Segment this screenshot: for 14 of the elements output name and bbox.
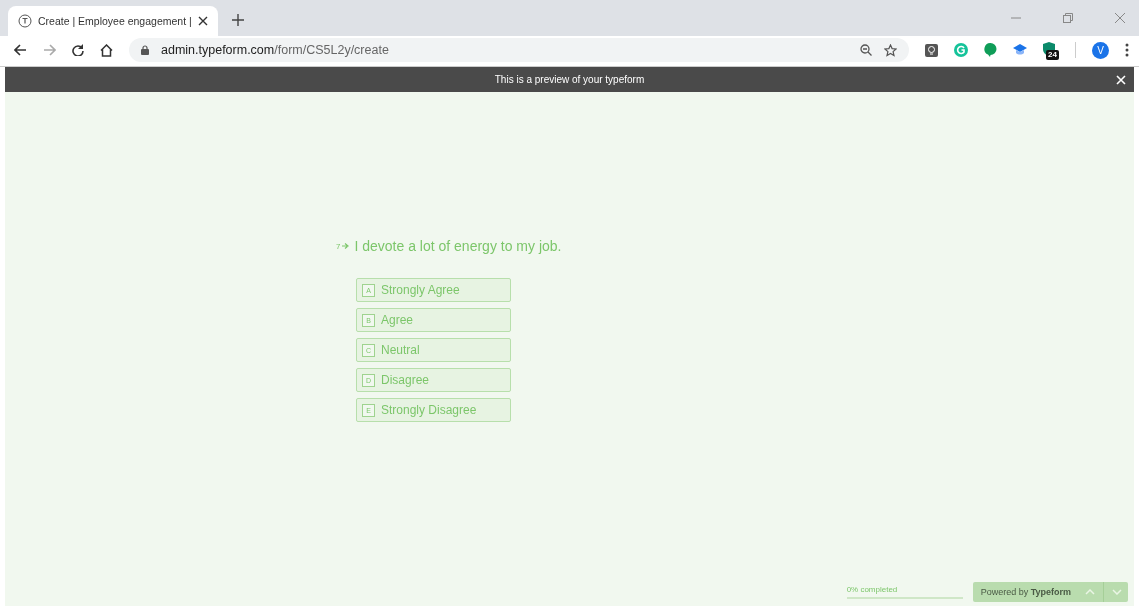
count-badge: 24 (1046, 50, 1059, 60)
question-number: 7 (336, 241, 341, 251)
browser-tab[interactable]: Create | Employee engagement | (8, 6, 218, 36)
option-label: Disagree (381, 373, 430, 387)
option-label: Agree (381, 313, 414, 327)
address-bar[interactable]: admin.typeform.com/form/CS5L2y/create (129, 38, 909, 62)
banner-text: This is a preview of your typeform (494, 74, 645, 85)
option-label: Strongly Disagree (381, 403, 477, 417)
profile-avatar[interactable]: V (1092, 41, 1109, 59)
question-text: I devote a lot of energy to my job. (354, 238, 562, 254)
option-label: Strongly Agree (381, 283, 460, 297)
progress-label: 0% completed (846, 585, 899, 594)
option-label: Neutral (381, 343, 420, 357)
url-text: admin.typeform.com/form/CS5L2y/create (161, 43, 389, 57)
